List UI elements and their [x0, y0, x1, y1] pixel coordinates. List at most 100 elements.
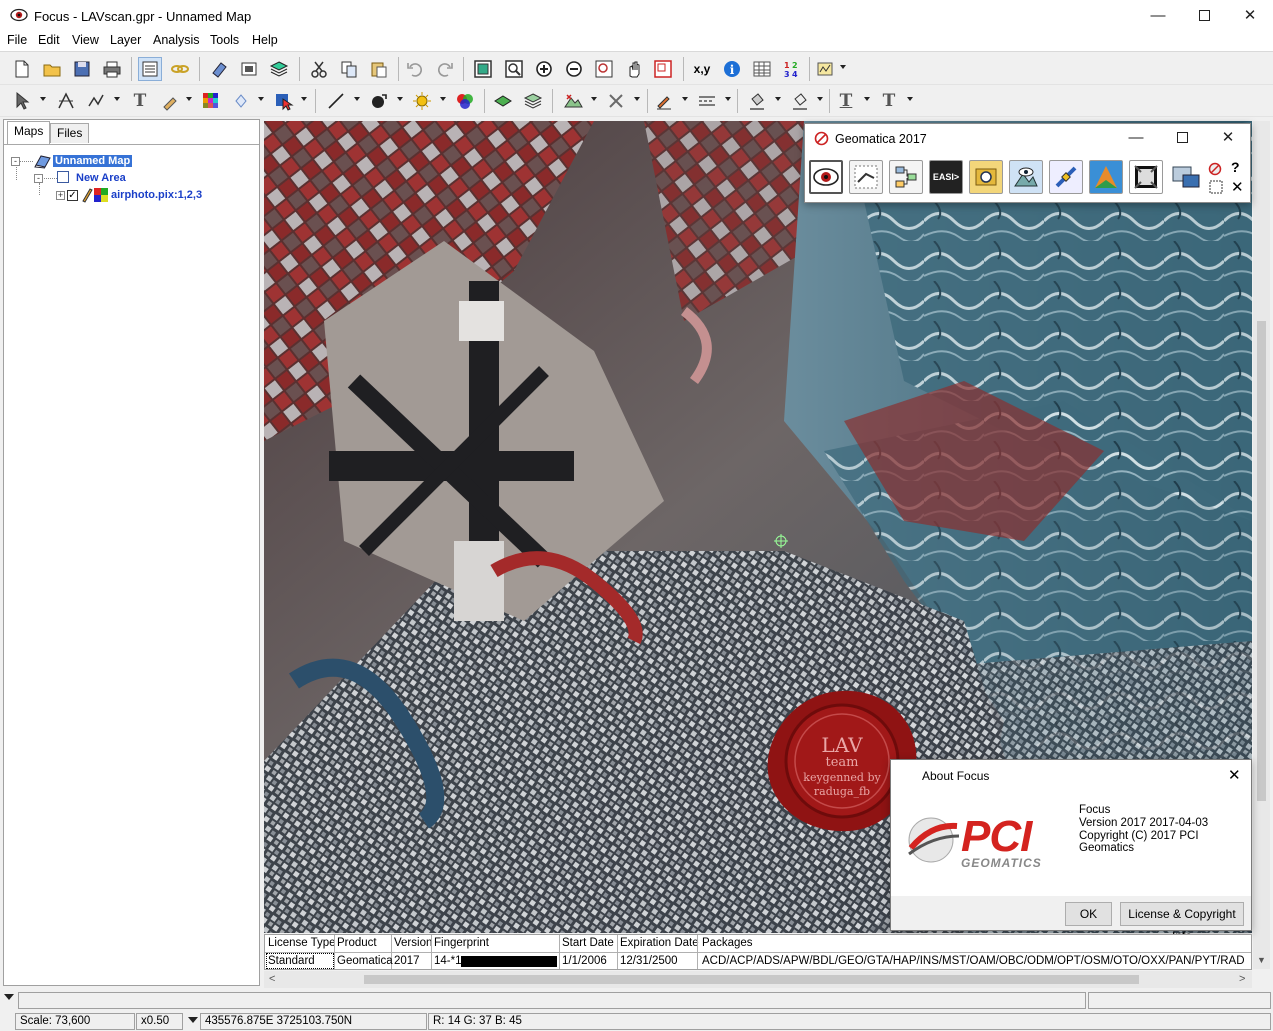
brush-icon[interactable] [158, 89, 182, 113]
license-manager-icon[interactable] [1169, 160, 1203, 194]
paint-bucket-dropdown-icon[interactable] [775, 97, 781, 101]
map-vertical-scrollbar[interactable]: ▼ [1253, 121, 1270, 969]
maximize-button[interactable] [1181, 0, 1227, 32]
cross-tool-icon[interactable] [604, 89, 628, 113]
save-icon[interactable] [70, 57, 94, 81]
undo-icon[interactable] [403, 57, 427, 81]
redo-icon[interactable] [433, 57, 457, 81]
license-header-type[interactable]: License Type [268, 937, 336, 949]
brush-dropdown-icon[interactable] [186, 97, 192, 101]
select-layer-icon[interactable] [272, 89, 296, 113]
options-icon[interactable] [1208, 162, 1222, 179]
license-cell-packages[interactable]: ACD/ACP/ADS/APW/BDL/GEO/GTA/HAP/INS/MST/… [702, 955, 1248, 967]
tree-node-map[interactable]: Unnamed Map [53, 155, 133, 167]
overview-icon[interactable] [651, 57, 675, 81]
menu-edit[interactable]: Edit [38, 33, 60, 47]
algorithm-librarian-icon[interactable] [969, 160, 1003, 194]
zoom-1to1-icon[interactable] [592, 57, 616, 81]
menu-analysis[interactable]: Analysis [153, 33, 200, 47]
new-file-icon[interactable] [10, 57, 34, 81]
help-icon[interactable]: ? [1231, 159, 1240, 175]
expand-layer-toggle[interactable]: + [56, 191, 65, 200]
map-vertical-thumb[interactable] [1257, 321, 1266, 801]
license-header-version[interactable]: Version [394, 937, 432, 949]
license-cell-expiration[interactable]: 12/31/2500 [620, 955, 678, 967]
select-layer-dropdown-icon[interactable] [301, 97, 307, 101]
tab-maps[interactable]: Maps [7, 121, 51, 144]
focus-eye-icon[interactable] [809, 160, 843, 194]
license-header-fingerprint[interactable]: Fingerprint [434, 937, 489, 949]
outline-bucket-icon[interactable] [788, 89, 812, 113]
numbering-icon[interactable]: 1234 [780, 57, 804, 81]
paint-bucket-icon[interactable] [745, 89, 769, 113]
about-close-button[interactable]: ✕ [1228, 766, 1241, 784]
ortho-engine-icon[interactable] [849, 160, 883, 194]
layout-icon[interactable] [1209, 180, 1223, 197]
easi-console-icon[interactable]: EASI> [929, 160, 963, 194]
frame-icon[interactable] [237, 57, 261, 81]
outline-bucket-dropdown-icon[interactable] [817, 97, 823, 101]
link-icon[interactable] [168, 57, 192, 81]
license-cell-start[interactable]: 1/1/2006 [562, 955, 607, 967]
zoom-in-icon[interactable] [532, 57, 556, 81]
pan-hand-icon[interactable] [622, 57, 646, 81]
zoom-extent-icon[interactable] [471, 57, 495, 81]
geo-maximize-button[interactable] [1159, 124, 1205, 152]
menu-help[interactable]: Help [252, 33, 278, 47]
close-button[interactable]: ✕ [1227, 0, 1273, 32]
close-toolbar-icon[interactable]: ✕ [1231, 178, 1244, 196]
map-horizontal-scrollbar[interactable]: < > [264, 971, 1252, 988]
terrain-dropdown-icon[interactable] [591, 97, 597, 101]
line-style-dropdown-icon[interactable] [354, 97, 360, 101]
menu-file[interactable]: File [7, 33, 27, 47]
ok-button[interactable]: OK [1065, 902, 1112, 926]
light-dropdown-icon[interactable] [440, 97, 446, 101]
pen-dropdown-icon[interactable] [682, 97, 688, 101]
geo-close-button[interactable]: ✕ [1205, 124, 1251, 152]
text-tool-icon[interactable]: T [128, 89, 152, 113]
copy-icon[interactable] [337, 57, 361, 81]
collapse-map-toggle[interactable]: - [11, 157, 20, 166]
imageworks-icon[interactable] [1009, 160, 1043, 194]
eraser-icon[interactable] [207, 57, 231, 81]
fill-dropdown-icon[interactable] [258, 97, 264, 101]
satellite-icon[interactable] [1049, 160, 1083, 194]
text-size-icon[interactable]: T [877, 89, 901, 113]
license-cell-fingerprint[interactable]: 14-*1 [434, 955, 462, 967]
color-grid-icon[interactable] [199, 89, 223, 113]
rgb-icon[interactable] [453, 89, 477, 113]
coords-dropdown-icon[interactable] [188, 1017, 198, 1023]
menu-layer[interactable]: Layer [110, 33, 141, 47]
menu-tools[interactable]: Tools [210, 33, 239, 47]
coordinates-icon[interactable]: x,y [690, 57, 714, 81]
point-symbol-icon[interactable] [367, 89, 391, 113]
tab-files[interactable]: Files [50, 123, 90, 143]
stacked-surface-icon[interactable] [521, 89, 545, 113]
license-cell-version[interactable]: 2017 [394, 955, 420, 967]
geo-minimize-button[interactable]: — [1113, 124, 1159, 152]
layer-visibility-checkbox[interactable]: ✓ [67, 190, 78, 201]
layers-icon[interactable] [267, 57, 291, 81]
scroll-down-icon[interactable]: ▼ [1257, 955, 1266, 965]
map-horizontal-thumb[interactable] [364, 975, 1139, 984]
polyline-icon[interactable] [84, 89, 108, 113]
zoom-window-icon[interactable] [502, 57, 526, 81]
scroll-left-icon[interactable]: < [269, 973, 275, 985]
license-info-button[interactable]: License & Copyright Info [1120, 902, 1244, 943]
collapse-area-toggle[interactable]: - [34, 174, 43, 183]
license-header-product[interactable]: Product [337, 937, 377, 949]
text-size-dropdown-icon[interactable] [907, 97, 913, 101]
zoom-out-icon[interactable] [562, 57, 586, 81]
graph-dropdown-icon[interactable] [840, 65, 846, 69]
info-icon[interactable]: i [720, 57, 744, 81]
license-cell-type[interactable]: Standard [268, 955, 315, 967]
fullscreen-icon[interactable] [1129, 160, 1163, 194]
polyline-dropdown-icon[interactable] [114, 97, 120, 101]
open-folder-icon[interactable] [40, 57, 64, 81]
tree-node-area[interactable]: New Area [76, 172, 126, 184]
light-icon[interactable] [410, 89, 434, 113]
graph-icon[interactable] [813, 57, 837, 81]
fill-icon[interactable] [229, 89, 253, 113]
print-icon[interactable] [100, 57, 124, 81]
select-pointer-icon[interactable] [10, 89, 34, 113]
